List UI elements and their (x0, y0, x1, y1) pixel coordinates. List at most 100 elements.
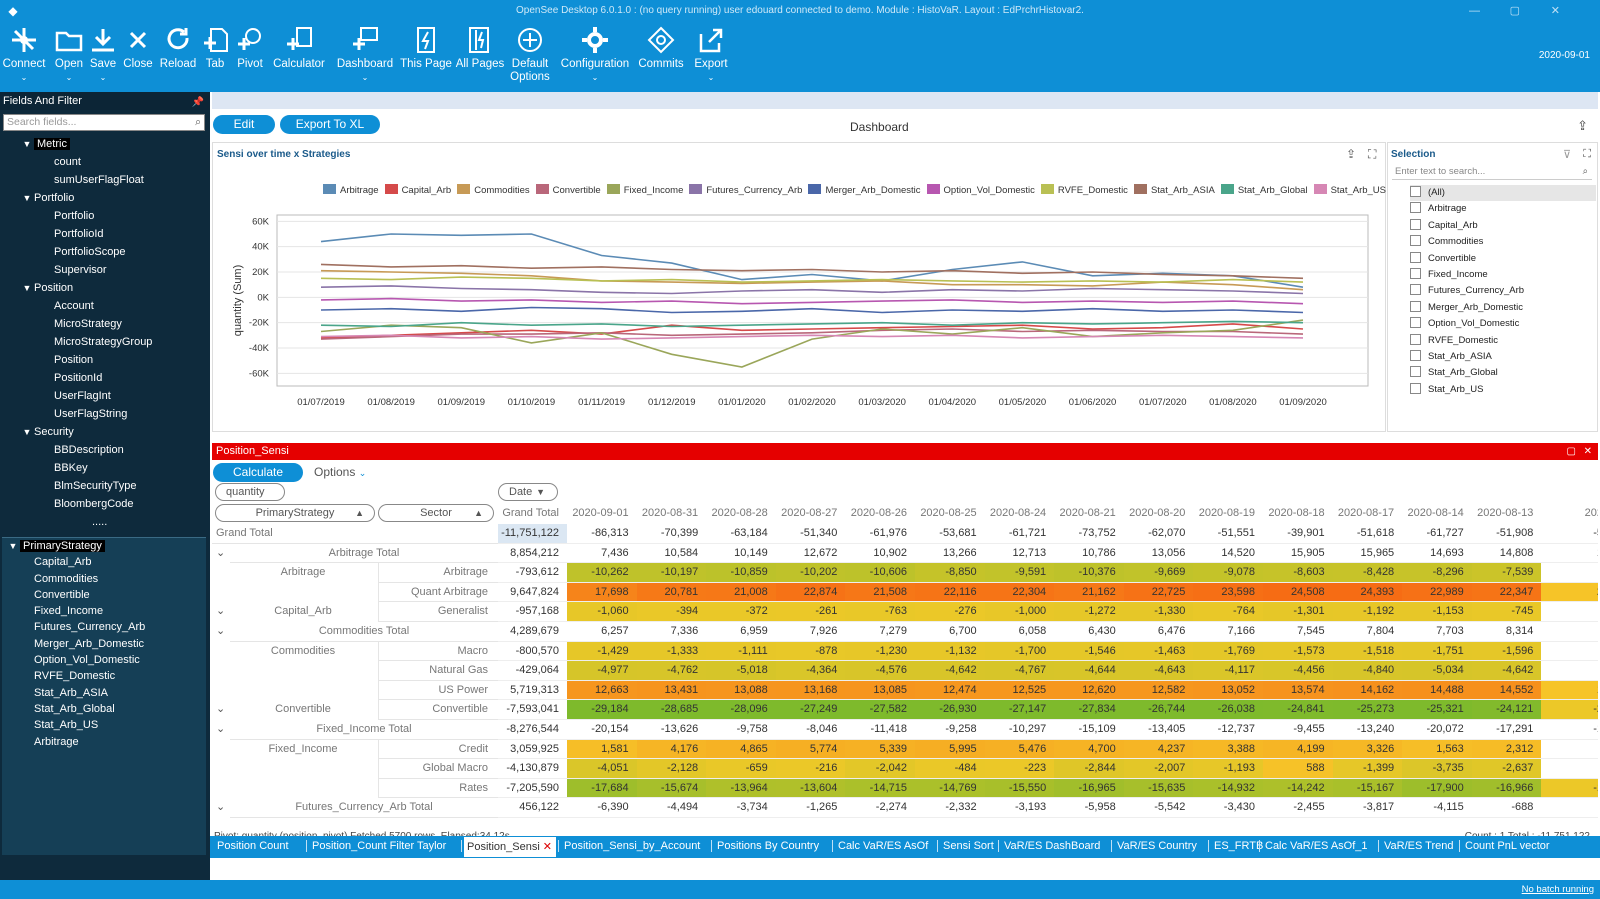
data-cell[interactable]: -14,932 (1193, 778, 1263, 799)
field-item[interactable]: Supervisor (0, 261, 210, 279)
export-to-xl-button[interactable]: Export To XL (280, 115, 380, 134)
data-cell[interactable]: -763 (845, 602, 915, 622)
data-cell[interactable]: -20,072 (1402, 720, 1472, 740)
close-pivot-icon[interactable]: ✕ (1584, 443, 1592, 460)
data-cell[interactable]: 6,476 (1123, 622, 1194, 642)
data-cell[interactable]: 3,388 (1193, 739, 1263, 760)
data-cell[interactable]: -1,132 (915, 641, 985, 662)
pin-icon[interactable]: 📌 (192, 94, 204, 112)
data-cell[interactable]: 588 (1263, 759, 1333, 779)
filter-item[interactable]: Futures_Currency_Arb (2, 619, 206, 635)
pivot-button[interactable]: Pivot (234, 26, 266, 71)
data-cell[interactable]: -14,715 (845, 778, 915, 799)
data-cell[interactable]: 2,312 (1471, 739, 1542, 760)
batch-status[interactable]: No batch running (1522, 884, 1594, 895)
legend-item[interactable]: Capital_Arb (384, 184, 451, 196)
data-cell[interactable]: -26,038 (1193, 700, 1263, 720)
chevron-down-icon[interactable]: ▼ (20, 279, 34, 297)
legend-item[interactable]: Stat_Arb_Global (1220, 184, 1308, 196)
data-cell[interactable]: 20,781 (636, 582, 707, 603)
data-cell[interactable]: -13,626 (636, 720, 707, 740)
data-cell[interactable]: -688 (1471, 798, 1542, 818)
data-cell[interactable]: -5 (1541, 524, 1598, 544)
data-cell[interactable]: -2,007 (1123, 759, 1194, 779)
data-cell[interactable]: 8,314 (1471, 622, 1542, 642)
data-cell[interactable]: 4,289,679 (498, 622, 567, 642)
checkbox[interactable] (1410, 251, 1421, 263)
data-cell[interactable]: 7,545 (1263, 622, 1333, 642)
data-cell[interactable]: -2,042 (845, 759, 915, 779)
field-item[interactable]: Account (0, 297, 210, 315)
data-cell[interactable]: -53,681 (915, 524, 985, 544)
data-cell[interactable]: 8,854,212 (498, 543, 567, 564)
data-cell[interactable]: 17,698 (567, 582, 637, 603)
data-cell[interactable]: -276 (915, 602, 985, 622)
data-cell[interactable] (1541, 739, 1598, 760)
data-cell[interactable]: -9,669 (1123, 563, 1194, 583)
data-cell[interactable]: 9,647,824 (498, 582, 567, 603)
data-cell[interactable]: 10,584 (636, 543, 707, 564)
data-cell[interactable]: -16,965 (1054, 778, 1124, 799)
data-cell[interactable] (1541, 798, 1598, 818)
data-cell[interactable]: -4,977 (567, 661, 637, 681)
data-cell[interactable]: -10,376 (1054, 563, 1124, 583)
tab-button[interactable]: Tab (202, 26, 228, 71)
filter-item[interactable]: Convertible (2, 587, 206, 603)
data-cell[interactable]: 14,808 (1471, 543, 1542, 564)
data-cell[interactable]: 6,959 (706, 622, 776, 642)
data-cell[interactable]: -73,752 (1054, 524, 1124, 544)
data-cell[interactable]: -4,840 (1332, 661, 1403, 681)
data-cell[interactable]: -3,817 (1332, 798, 1403, 818)
data-cell[interactable]: -27,147 (984, 700, 1055, 720)
data-cell[interactable]: 22,116 (915, 582, 985, 603)
data-cell[interactable]: -659 (706, 759, 776, 779)
data-cell[interactable]: -25,273 (1332, 700, 1403, 720)
data-cell[interactable]: 22,725 (1123, 582, 1194, 603)
data-cell[interactable]: 3,059,925 (498, 739, 567, 760)
data-cell[interactable]: 22,989 (1402, 582, 1472, 603)
data-cell[interactable]: -14,242 (1263, 778, 1333, 799)
data-cell[interactable]: -764 (1193, 602, 1263, 622)
data-cell[interactable]: -793,612 (498, 563, 567, 583)
data-cell[interactable]: 13,574 (1263, 680, 1333, 701)
field-item[interactable]: PortfolioScope (0, 243, 210, 261)
data-cell[interactable]: -9,591 (984, 563, 1055, 583)
data-cell[interactable]: -51,908 (1471, 524, 1542, 544)
data-cell[interactable]: 21,508 (845, 582, 915, 603)
legend-item[interactable]: Fixed_Income (606, 184, 683, 196)
chevron-down-icon[interactable]: ⌄ (216, 720, 230, 740)
tab-positions-by-country[interactable]: Positions By Country (714, 836, 830, 856)
data-cell[interactable]: -1,060 (567, 602, 637, 622)
checkbox[interactable] (1410, 284, 1421, 296)
field-item[interactable]: UserFlagString (0, 405, 210, 423)
field-item[interactable]: PortfolioId (0, 225, 210, 243)
data-cell[interactable]: -4,051 (567, 759, 637, 779)
checkbox[interactable] (1410, 218, 1421, 230)
data-cell[interactable]: -1,596 (1471, 641, 1542, 662)
sort-ascending-icon[interactable]: ▲ (355, 505, 364, 521)
data-cell[interactable]: 1,563 (1402, 739, 1472, 760)
data-cell[interactable]: -17,291 (1471, 720, 1542, 740)
data-cell[interactable]: -1,463 (1123, 641, 1194, 662)
field-item[interactable]: BBKey (0, 459, 210, 477)
data-cell[interactable]: -26,930 (915, 700, 985, 720)
data-cell[interactable]: -25,321 (1402, 700, 1472, 720)
tab-var-es-dashboard[interactable]: VaR/ES DashBoard (1001, 836, 1109, 856)
calculate-button[interactable]: Calculate (213, 463, 303, 482)
data-cell[interactable]: 14,693 (1402, 543, 1472, 564)
data-cell[interactable]: -1,333 (636, 641, 707, 662)
data-cell[interactable]: -16,966 (1471, 778, 1542, 799)
tab-position-sensi[interactable]: Position_Sensi ✕ (464, 837, 556, 857)
data-cell[interactable]: -1 (1541, 720, 1598, 740)
data-cell[interactable]: 7,703 (1402, 622, 1472, 642)
export-button[interactable]: Export ⌄ (694, 26, 728, 84)
data-cell[interactable]: 6,257 (567, 622, 637, 642)
legend-item[interactable]: Arbitrage (323, 184, 379, 196)
data-cell[interactable]: -8,296 (1402, 563, 1472, 583)
filter-item[interactable]: Fixed_Income (2, 603, 206, 619)
data-cell[interactable]: -484 (915, 759, 985, 779)
data-cell[interactable]: -2 (1541, 700, 1598, 720)
data-cell[interactable]: 12,713 (984, 543, 1055, 564)
close-tab-icon[interactable]: ✕ (543, 837, 552, 857)
default-options-button[interactable]: Default Options (508, 26, 552, 84)
